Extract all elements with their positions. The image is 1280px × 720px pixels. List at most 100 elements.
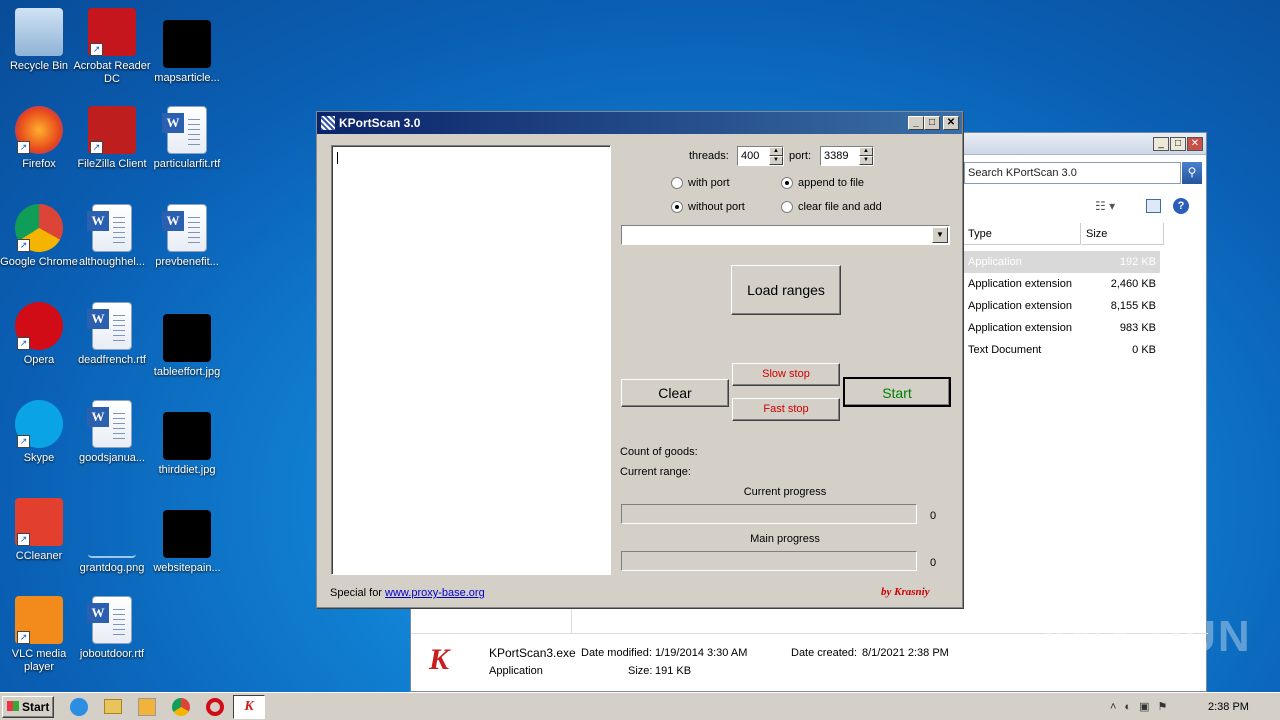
desktop-icon[interactable]: Wparticularfit.rtf (148, 102, 226, 194)
search-icon[interactable]: ⚲ (1182, 162, 1202, 184)
preview-pane-icon[interactable] (1146, 199, 1161, 213)
start-label: Start (22, 700, 50, 714)
port-spinner[interactable]: 3389 ▲ ▼ (820, 146, 874, 166)
file-row[interactable]: Text Document 0 KB (964, 339, 1160, 361)
desktop-icon[interactable]: Recycle Bin (0, 4, 78, 96)
threads-spinner[interactable]: 400 ▲ ▼ (737, 146, 784, 166)
skype-icon: ↗ (15, 400, 63, 448)
ccleaner-icon: ↗ (15, 498, 63, 546)
desktop-icon-label: particularfit.rtf (153, 158, 221, 170)
help-icon[interactable]: ? (1173, 198, 1189, 214)
minimize-button[interactable]: _ (908, 116, 924, 130)
media-player-icon[interactable] (138, 698, 156, 716)
desktop-icon-label: Google Chrome (0, 256, 78, 268)
ie-icon[interactable] (70, 698, 88, 716)
load-ranges-button[interactable]: Load ranges (731, 265, 841, 315)
desktop-icon[interactable]: ↗ Firefox (0, 102, 78, 194)
shortcut-arrow-icon: ↗ (90, 141, 103, 154)
radio-with-port[interactable]: with port (671, 176, 730, 190)
details-modified-value: 1/19/2014 3:30 AM (655, 647, 748, 659)
port-spin-buttons[interactable]: ▲ ▼ (859, 147, 873, 165)
desktop-icon[interactable]: mapsarticle... (148, 4, 226, 96)
threads-spin-buttons[interactable]: ▲ ▼ (769, 147, 783, 165)
results-textarea[interactable] (331, 145, 611, 575)
file-row[interactable]: Application extension 983 KB (964, 317, 1160, 339)
kportscan-titlebar[interactable]: KPortScan 3.0 _ □ ✕ (317, 112, 962, 134)
radio-dot-selected (671, 201, 683, 213)
desktop-icon[interactable]: Wjoboutdoor.rtf (73, 592, 151, 684)
radio-append-to-file[interactable]: append to file (781, 176, 864, 190)
desktop-icon[interactable]: ↗ Skype (0, 396, 78, 488)
minimize-button[interactable]: _ (1153, 137, 1169, 151)
start-menu-button[interactable]: Start (2, 696, 54, 718)
column-size-label: Size (1086, 228, 1108, 240)
word-doc-icon: W (87, 596, 132, 644)
close-button[interactable]: ✕ (943, 116, 959, 130)
close-button[interactable]: ✕ (1187, 137, 1203, 151)
radio-clear-file-and-add[interactable]: clear file and add (781, 200, 882, 214)
spin-up-icon[interactable]: ▲ (769, 147, 783, 156)
image-file-icon (163, 314, 211, 362)
file-type: Text Document (968, 344, 1042, 356)
desktop-icon[interactable]: ↗ FileZilla Client (73, 102, 151, 194)
proxy-base-link[interactable]: www.proxy-base.org (385, 587, 485, 599)
spin-down-icon[interactable]: ▼ (769, 156, 783, 165)
desktop-icon[interactable]: ↗ Google Chrome (0, 200, 78, 292)
fast-stop-button[interactable]: Fast stop (732, 398, 840, 421)
desktop-icon[interactable]: Walthoughhel... (73, 200, 151, 292)
shortcut-arrow-icon: ↗ (17, 141, 30, 154)
pane-divider (571, 608, 572, 633)
view-options-icon[interactable]: ☷ ▾ (1095, 199, 1115, 213)
file-row[interactable]: Application extension 2,460 KB (964, 273, 1160, 295)
desktop-icon[interactable]: ↗ VLC media player (0, 592, 78, 684)
column-type-label: Type (968, 228, 992, 240)
count-of-goods-label: Count of goods: (620, 446, 698, 458)
desktop-icon[interactable]: ↗ CCleaner (0, 494, 78, 586)
search-input[interactable]: Search KPortScan 3.0 (964, 162, 1181, 184)
opera-taskbar-icon[interactable] (206, 698, 224, 716)
desktop-icon-label: FileZilla Client (77, 158, 147, 170)
radio-without-port[interactable]: without port (671, 200, 745, 214)
current-range-label: Current range: (620, 466, 691, 478)
ranges-dropdown[interactable]: ▼ (621, 225, 950, 245)
desktop-icon[interactable]: Wdeadfrench.rtf (73, 298, 151, 390)
kportscan-taskbar-button[interactable]: K (233, 695, 265, 719)
column-header-type[interactable]: Type (964, 223, 1081, 245)
details-size-label: Size: (628, 665, 653, 677)
current-progress-value: 0 (930, 510, 937, 522)
dropdown-arrow-icon[interactable]: ▼ (932, 227, 948, 243)
start-button[interactable]: Start (843, 377, 951, 407)
chrome-taskbar-icon[interactable] (172, 698, 190, 716)
file-row[interactable]: Application extension 8,155 KB (964, 295, 1160, 317)
recycle-bin-icon (15, 8, 63, 56)
file-row[interactable]: Application 192 KB (964, 251, 1160, 273)
file-type: Application extension (968, 300, 1072, 312)
firefox-icon: ↗ (15, 106, 63, 154)
radio-append-label: append to file (798, 177, 865, 189)
desktop-icon[interactable]: grantdog.png (73, 494, 151, 586)
clock[interactable]: 2:38 PM (1208, 701, 1249, 713)
desktop-icon[interactable]: ↗ Opera (0, 298, 78, 390)
kportscan-window[interactable]: KPortScan 3.0 _ □ ✕ threads: 400 ▲ ▼ port… (316, 111, 963, 608)
desktop-icon[interactable]: ↗ Acrobat Reader DC (73, 4, 151, 96)
tray-icons[interactable]: ˄◐▣⚑ (1110, 700, 1175, 713)
desktop-icon[interactable]: websitepain... (148, 494, 226, 586)
details-kind: Application (489, 665, 543, 677)
desktop-icon[interactable]: Wgoodsjanua... (73, 396, 151, 488)
desktop-icon[interactable]: Wprevbenefit... (148, 200, 226, 292)
word-doc-icon: W (162, 106, 207, 154)
kportscan-app-icon: K (429, 643, 450, 676)
maximize-button[interactable]: □ (924, 116, 940, 130)
explorer-icon[interactable] (104, 699, 122, 714)
column-header-size[interactable]: Size (1082, 223, 1164, 245)
desktop-icon[interactable]: thirddiet.jpg (148, 396, 226, 488)
maximize-button[interactable]: □ (1170, 137, 1186, 151)
details-filename: KPortScan3.exe (489, 646, 576, 660)
slow-stop-button[interactable]: Slow stop (732, 363, 840, 386)
acrobat-icon: ↗ (88, 8, 136, 56)
desktop-icon[interactable]: tableeffort.jpg (148, 298, 226, 390)
clear-button[interactable]: Clear (621, 379, 729, 407)
spin-up-icon[interactable]: ▲ (859, 147, 873, 156)
radio-dot-selected (781, 177, 793, 189)
spin-down-icon[interactable]: ▼ (859, 156, 873, 165)
